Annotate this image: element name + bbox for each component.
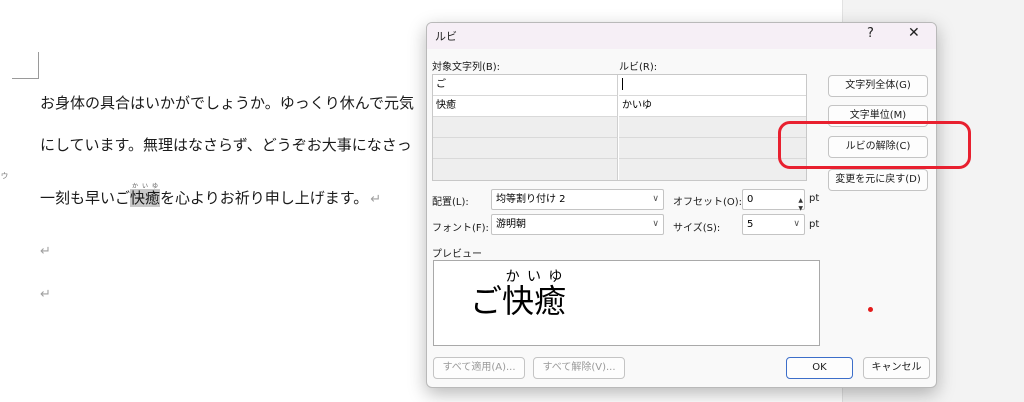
preview-text: ご快癒かいゆ — [470, 269, 567, 320]
preview-ruby: 快癒かいゆ — [502, 269, 567, 320]
size-select[interactable]: 5 ∨ — [742, 214, 805, 235]
ruby-text-header: ルビ(R): — [619, 62, 658, 73]
cancel-button[interactable]: キャンセル — [863, 357, 930, 379]
preview-label: プレビュー — [432, 249, 482, 260]
ruby-grid: ご 快癒 かいゆ — [432, 74, 807, 181]
margin-corner-mark-vertical — [38, 52, 39, 79]
base-text-field-1[interactable]: ご — [433, 75, 618, 96]
preview-ruby-annotation: かいゆ — [502, 269, 567, 285]
document-line-2: にしています。無理はなさらず、どうぞお大事になさっ — [40, 136, 412, 154]
help-button[interactable]: ? — [867, 26, 874, 41]
ruby-annotation: かいゆ — [130, 183, 161, 190]
dialog-titlebar[interactable]: ルビ ? ✕ — [427, 23, 936, 49]
document-line-1: お身体の具合はいかがでしょうか。ゆっくり休んで元気 — [40, 94, 414, 112]
ruby-base-text: 快癒 — [130, 189, 161, 207]
close-button[interactable]: ✕ — [908, 25, 920, 41]
ruby-dialog: ルビ ? ✕ 対象文字列(B): ルビ(R): ご 快癒 かいゆ 文字列全体(G… — [426, 22, 937, 388]
font-label: フォント(F): — [432, 223, 489, 234]
margin-mark: ゥ — [0, 171, 10, 181]
offset-spinner[interactable]: 0 ▲ ▼ — [742, 189, 805, 212]
paragraph-mark: ↵ — [40, 287, 51, 302]
annotation-highlight — [778, 121, 971, 169]
whole-string-button[interactable]: 文字列全体(G) — [828, 75, 928, 97]
document-line-3: 一刻も早いご快癒かいゆを心よりお祈り申し上げます。 ↵ — [40, 183, 381, 208]
reset-changes-button[interactable]: 変更を元に戻す(D) — [828, 169, 928, 191]
alignment-label: 配置(L): — [432, 197, 469, 208]
ok-button[interactable]: OK — [786, 357, 853, 379]
offset-unit: pt — [809, 193, 820, 204]
text-cursor — [622, 78, 623, 90]
paragraph-mark: ↵ — [370, 192, 382, 207]
chevron-down-icon: ∨ — [652, 194, 659, 204]
base-text-field-5 — [433, 159, 618, 180]
margin-corner-mark — [12, 78, 38, 79]
ruby-text-field-2[interactable]: かいゆ — [619, 96, 806, 117]
dialog-title: ルビ — [435, 30, 457, 43]
base-text-field-4 — [433, 138, 618, 159]
apply-all-button[interactable]: すべて適用(A)... — [433, 357, 525, 379]
red-dot-mark — [868, 307, 873, 312]
base-text-header: 対象文字列(B): — [432, 62, 501, 73]
preview-box: ご快癒かいゆ — [433, 260, 820, 346]
ruby-text-field-5 — [619, 159, 806, 180]
chevron-down-icon: ∨ — [793, 219, 800, 229]
size-unit: pt — [809, 219, 820, 230]
ruby-text-field-1[interactable] — [619, 75, 806, 96]
base-text-field-2[interactable]: 快癒 — [433, 96, 618, 117]
document-text: を心よりお祈り申し上げます。 — [160, 189, 369, 207]
document-text: 一刻も早いご — [40, 189, 131, 207]
remove-all-button[interactable]: すべて解除(V)... — [533, 357, 625, 379]
chevron-down-icon: ∨ — [652, 219, 659, 229]
paragraph-mark: ↵ — [40, 244, 51, 259]
alignment-select[interactable]: 均等割り付け 2 ∨ — [491, 189, 664, 210]
selected-ruby-text[interactable]: 快癒かいゆ — [130, 183, 161, 207]
size-label: サイズ(S): — [673, 223, 721, 234]
base-text-field-3 — [433, 117, 618, 138]
offset-label: オフセット(O): — [673, 197, 743, 208]
font-select[interactable]: 游明朝 ∨ — [491, 214, 664, 235]
